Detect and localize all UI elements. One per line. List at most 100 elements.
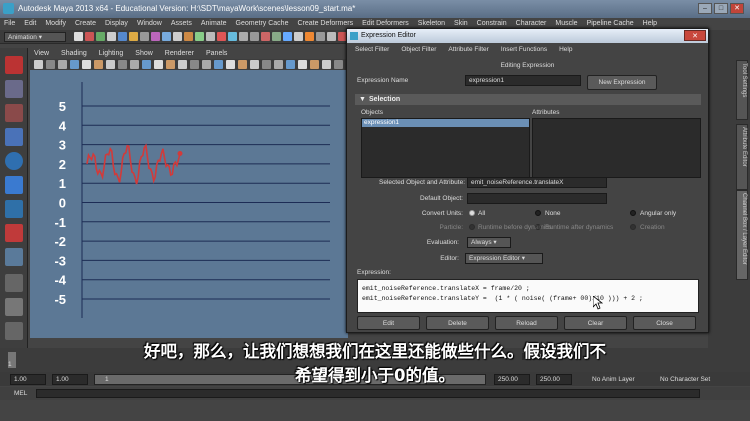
viewport-menu-renderer[interactable]: Renderer	[165, 48, 194, 59]
new-expression-button[interactable]: New Expression	[587, 75, 657, 90]
status-line-tool-icon[interactable]	[140, 32, 149, 41]
status-line-tool-icon[interactable]	[96, 32, 105, 41]
viewport-toolbar-icon[interactable]	[118, 60, 127, 69]
viewport-toolbar-icon[interactable]	[334, 60, 343, 69]
single-perspective-icon[interactable]	[5, 274, 23, 292]
viewport-toolbar-icon[interactable]	[274, 60, 283, 69]
status-line-tool-icon[interactable]	[261, 32, 270, 41]
status-line-tool-icon[interactable]	[195, 32, 204, 41]
lasso-tool-icon[interactable]	[5, 80, 23, 98]
status-line-tool-icon[interactable]	[129, 32, 138, 41]
dialog-menu-attribute-filter[interactable]: Attribute Filter	[448, 43, 488, 56]
show-manip-icon[interactable]	[5, 248, 23, 266]
delete-button[interactable]: Delete	[426, 316, 489, 330]
status-line-tool-icon[interactable]	[85, 32, 94, 41]
status-line-tool-icon[interactable]	[162, 32, 171, 41]
viewport[interactable]: 5 4 3 2 1 0 -1 -2 -3 -4 -5	[30, 70, 348, 338]
viewport-toolbar-icon[interactable]	[82, 60, 91, 69]
status-line-tool-icon[interactable]	[173, 32, 182, 41]
status-line-tool-icon[interactable]	[151, 32, 160, 41]
close-dialog-button[interactable]: Close	[633, 316, 696, 330]
tab-attribute-editor[interactable]: Attribute Editor	[736, 124, 748, 190]
status-line-tool-icon[interactable]	[294, 32, 303, 41]
animation-end-field[interactable]: 250.00	[536, 374, 572, 385]
edit-button[interactable]: Edit	[357, 316, 420, 330]
clear-button[interactable]: Clear	[564, 316, 627, 330]
dialog-menu-help[interactable]: Help	[559, 43, 572, 56]
status-line-tool-icon[interactable]	[217, 32, 226, 41]
range-end-field[interactable]: 250.00	[494, 374, 530, 385]
dialog-menu-insert-functions[interactable]: Insert Functions	[501, 43, 547, 56]
viewport-toolbar-icon[interactable]	[298, 60, 307, 69]
viewport-toolbar-icon[interactable]	[262, 60, 271, 69]
runtime-after-radio[interactable]	[535, 224, 541, 230]
viewport-toolbar-icon[interactable]	[238, 60, 247, 69]
dialog-menu-object-filter[interactable]: Object Filter	[401, 43, 436, 56]
viewport-toolbar-icon[interactable]	[178, 60, 187, 69]
status-line-tool-icon[interactable]	[228, 32, 237, 41]
status-line-tool-icon[interactable]	[184, 32, 193, 41]
menu-create[interactable]: Create	[75, 18, 96, 30]
menu-modify[interactable]: Modify	[45, 18, 66, 30]
viewport-toolbar-icon[interactable]	[202, 60, 211, 69]
menu-create-deformers[interactable]: Create Deformers	[297, 18, 353, 30]
viewport-menu-lighting[interactable]: Lighting	[99, 48, 124, 59]
attributes-list[interactable]	[532, 118, 701, 178]
manipulator-icon[interactable]	[5, 200, 23, 218]
selected-object-field[interactable]: emit_noiseReference.translateX	[467, 177, 607, 188]
status-line-tool-icon[interactable]	[250, 32, 259, 41]
scale-tool-icon[interactable]	[5, 176, 23, 194]
reload-button[interactable]: Reload	[495, 316, 558, 330]
anim-layer-dropdown[interactable]: No Anim Layer	[592, 376, 635, 383]
menu-geometry-cache[interactable]: Geometry Cache	[236, 18, 289, 30]
range-slider[interactable]: 1	[94, 374, 486, 385]
viewport-toolbar-icon[interactable]	[154, 60, 163, 69]
mode-selector[interactable]: Animation ▾	[4, 32, 66, 42]
viewport-toolbar-icon[interactable]	[34, 60, 43, 69]
viewport-menu-view[interactable]: View	[34, 48, 49, 59]
time-slider[interactable]: 1 94.00	[0, 348, 750, 372]
menu-display[interactable]: Display	[105, 18, 128, 30]
expression-text-area[interactable]: emit_noiseReference.translateX = frame/2…	[357, 279, 699, 313]
mel-command-field[interactable]	[36, 389, 700, 398]
viewport-toolbar-icon[interactable]	[94, 60, 103, 69]
viewport-menu-panels[interactable]: Panels	[206, 48, 227, 59]
animation-start-field[interactable]: 1.00	[52, 374, 88, 385]
tab-tool-settings[interactable]: Tool Settings	[736, 60, 748, 120]
viewport-menu-show[interactable]: Show	[135, 48, 153, 59]
viewport-toolbar-icon[interactable]	[322, 60, 331, 69]
menu-edit[interactable]: Edit	[24, 18, 36, 30]
viewport-toolbar-icon[interactable]	[142, 60, 151, 69]
minimize-button[interactable]: –	[698, 3, 712, 14]
convert-angular-radio[interactable]	[630, 210, 636, 216]
viewport-toolbar-icon[interactable]	[286, 60, 295, 69]
select-tool-icon[interactable]	[5, 56, 23, 74]
creation-radio[interactable]	[630, 224, 636, 230]
viewport-toolbar-icon[interactable]	[226, 60, 235, 69]
dialog-menu-select-filter[interactable]: Select Filter	[355, 43, 389, 56]
menu-window[interactable]: Window	[137, 18, 162, 30]
expression-name-field[interactable]: expression1	[465, 75, 581, 86]
list-item[interactable]: expression1	[362, 119, 529, 127]
status-line-tool-icon[interactable]	[305, 32, 314, 41]
four-view-icon[interactable]	[5, 298, 23, 316]
move-tool-icon[interactable]	[5, 128, 23, 146]
status-line-tool-icon[interactable]	[272, 32, 281, 41]
editor-dropdown[interactable]: Expression Editor ▾	[465, 253, 543, 264]
status-line-tool-icon[interactable]	[107, 32, 116, 41]
viewport-toolbar-icon[interactable]	[70, 60, 79, 69]
convert-none-radio[interactable]	[535, 210, 541, 216]
status-line-tool-icon[interactable]	[118, 32, 127, 41]
character-set-dropdown[interactable]: No Character Set	[660, 376, 710, 383]
menu-file[interactable]: File	[4, 18, 15, 30]
status-line-tool-icon[interactable]	[327, 32, 336, 41]
soft-mod-icon[interactable]	[5, 224, 23, 242]
viewport-menu-shading[interactable]: Shading	[61, 48, 87, 59]
menu-animate[interactable]: Animate	[201, 18, 227, 30]
status-line-tool-icon[interactable]	[239, 32, 248, 41]
objects-list[interactable]: expression1	[361, 118, 530, 178]
viewport-toolbar-icon[interactable]	[46, 60, 55, 69]
dialog-close-icon[interactable]: ✕	[684, 30, 706, 41]
layout-icon[interactable]	[5, 322, 23, 340]
viewport-toolbar-icon[interactable]	[250, 60, 259, 69]
